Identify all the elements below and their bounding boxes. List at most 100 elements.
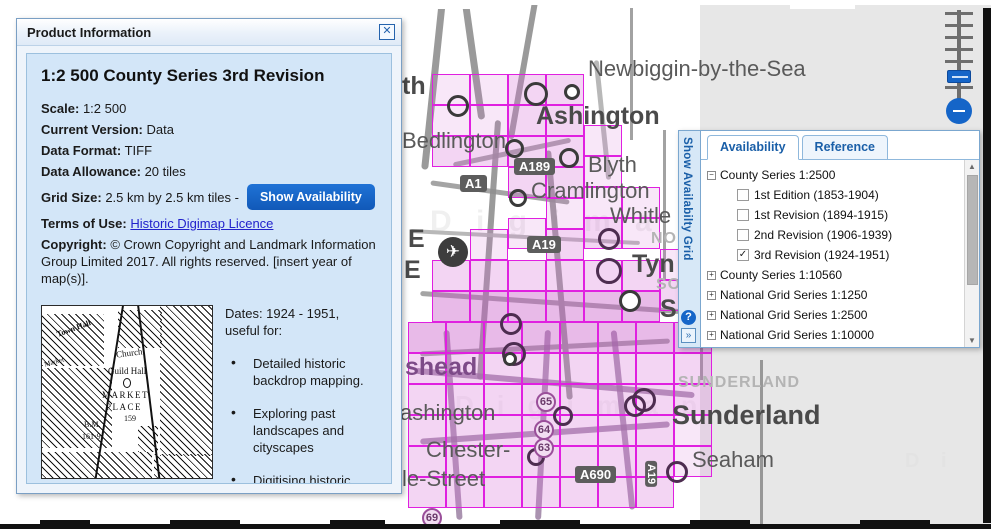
road-shield: A19 bbox=[645, 460, 658, 488]
tree-node-national-grid-1250[interactable]: + National Grid Series 1:1250 bbox=[707, 285, 962, 305]
checkbox[interactable] bbox=[737, 209, 749, 221]
junction-marker: 64 bbox=[534, 420, 554, 440]
grid-tile[interactable] bbox=[508, 260, 546, 291]
junction-marker: 63 bbox=[534, 438, 554, 458]
grid-tile[interactable] bbox=[636, 353, 674, 384]
map-label: Bedlington bbox=[402, 128, 506, 153]
grid-tile[interactable] bbox=[598, 353, 636, 384]
app-root: D i g i m a p D i g i m a p D i ✈ th New… bbox=[0, 0, 991, 529]
expand-icon[interactable]: + bbox=[707, 290, 716, 300]
tree-item-3rd-revision[interactable]: ✓ 3rd Revision (1924-1951) bbox=[707, 245, 962, 265]
grid-tile[interactable] bbox=[522, 353, 560, 384]
tree-item-2nd-revision[interactable]: 2nd Revision (1906-1939) bbox=[707, 225, 962, 245]
tree-item-label: 1st Revision (1894-1915) bbox=[754, 208, 889, 222]
grid-tile[interactable] bbox=[636, 322, 674, 353]
grid-tile[interactable] bbox=[598, 415, 636, 446]
field-value: 20 tiles bbox=[144, 164, 186, 179]
zoom-control[interactable] bbox=[941, 6, 977, 124]
product-media: Town Hall Market Church Guild Hall MARKE… bbox=[41, 305, 377, 483]
zoom-slider-handle[interactable] bbox=[947, 70, 971, 83]
field-label: Current Version: bbox=[41, 122, 143, 137]
map-label: S bbox=[660, 295, 677, 323]
field-value: 1:2 500 bbox=[82, 101, 127, 116]
tree-item-label: 2nd Revision (1906-1939) bbox=[754, 228, 893, 242]
scrollbar-track[interactable] bbox=[966, 171, 978, 336]
grid-tile[interactable] bbox=[546, 291, 584, 322]
grid-tile[interactable] bbox=[470, 260, 508, 291]
tree-node-national-grid-2500[interactable]: + National Grid Series 1:2500 bbox=[707, 305, 962, 325]
checkbox[interactable] bbox=[737, 189, 749, 201]
settlement-marker bbox=[505, 139, 524, 158]
tree-item-1st-edition[interactable]: 1st Edition (1853-1904) bbox=[707, 185, 962, 205]
settlement-marker bbox=[564, 84, 580, 100]
field-current-version: Current Version: Data bbox=[41, 120, 377, 139]
road-shield: A19 bbox=[527, 236, 561, 253]
grid-tile[interactable] bbox=[636, 415, 674, 446]
scroll-up-icon[interactable]: ▲ bbox=[968, 162, 976, 171]
tree-node-county-series-2500[interactable]: − County Series 1:2500 bbox=[707, 165, 962, 185]
grid-tile[interactable] bbox=[546, 260, 584, 291]
product-heading: 1:2 500 County Series 3rd Revision bbox=[41, 66, 325, 85]
expand-icon[interactable]: + bbox=[707, 270, 716, 280]
expand-icon[interactable]: » bbox=[681, 328, 696, 343]
tree-node-national-grid-10000[interactable]: + National Grid Series 1:10000 bbox=[707, 325, 962, 345]
tree-scrollbar[interactable]: ▲ ▼ bbox=[964, 160, 979, 347]
tree-wrapper: − County Series 1:2500 1st Edition (1853… bbox=[701, 159, 979, 347]
grid-tile[interactable] bbox=[470, 229, 508, 260]
tab-reference[interactable]: Reference bbox=[801, 135, 888, 160]
grid-tile[interactable] bbox=[522, 322, 560, 353]
close-icon[interactable]: ✕ bbox=[379, 24, 395, 40]
field-data-format: Data Format: TIFF bbox=[41, 141, 377, 160]
grid-tile[interactable] bbox=[598, 322, 636, 353]
thumbnail-artwork: Town Hall Market Church Guild Hall MARKE… bbox=[42, 306, 212, 478]
grid-tile[interactable] bbox=[584, 291, 622, 322]
expand-icon[interactable]: + bbox=[707, 310, 716, 320]
tree-node-county-series-10560[interactable]: + County Series 1:10560 bbox=[707, 265, 962, 285]
zoom-out-button[interactable] bbox=[946, 98, 972, 124]
map-label: E bbox=[408, 225, 425, 253]
tree-node-label: National Grid Series 1:10000 bbox=[720, 328, 875, 342]
map-label: Sunderland bbox=[672, 400, 821, 430]
grid-tile[interactable] bbox=[408, 322, 446, 353]
collapse-icon[interactable]: − bbox=[707, 170, 716, 180]
scrollbar-thumb[interactable] bbox=[966, 175, 978, 285]
expand-icon[interactable]: + bbox=[707, 330, 716, 340]
grid-tile[interactable] bbox=[522, 477, 560, 508]
terms-link[interactable]: Historic Digimap Licence bbox=[130, 216, 273, 231]
tree-item-1st-revision[interactable]: 1st Revision (1894-1915) bbox=[707, 205, 962, 225]
field-label: Scale: bbox=[41, 101, 80, 116]
airport-icon: ✈ bbox=[438, 237, 468, 267]
grid-tile[interactable] bbox=[470, 74, 508, 105]
road-shield: A690 bbox=[575, 466, 617, 483]
scroll-down-icon[interactable]: ▼ bbox=[968, 336, 976, 345]
panel-body: 1:2 500 County Series 3rd Revision Scale… bbox=[26, 53, 392, 484]
show-availability-grid-tab[interactable]: Show Availabilty Grid ? » bbox=[678, 130, 700, 348]
zoom-tick bbox=[945, 12, 973, 15]
show-availability-button[interactable]: Show Availability bbox=[246, 184, 375, 210]
map-label: th bbox=[402, 72, 426, 100]
field-label: Copyright: bbox=[41, 237, 107, 252]
list-item: Exploring past landscapes and cityscapes bbox=[225, 404, 377, 456]
field-copyright: Copyright: © Crown Copyright and Landmar… bbox=[41, 236, 377, 287]
map-label: Whitle bbox=[610, 203, 672, 228]
field-data-allowance: Data Allowance: 20 tiles bbox=[41, 162, 377, 181]
product-tree[interactable]: − County Series 1:2500 1st Edition (1853… bbox=[701, 160, 964, 347]
checkbox-checked[interactable]: ✓ bbox=[737, 249, 749, 261]
grid-tile[interactable] bbox=[432, 291, 470, 322]
map-label: ashington bbox=[400, 400, 496, 425]
grid-tile[interactable] bbox=[446, 322, 484, 353]
product-uses: Dates: 1924 - 1951, useful for: Detailed… bbox=[225, 305, 377, 483]
field-value: 2.5 km by 2.5 km tiles - bbox=[105, 189, 239, 205]
availability-main: Availability Reference − County Series 1… bbox=[700, 130, 980, 348]
product-information-panel: Product Information ✕ 1:2 500 County Ser… bbox=[16, 18, 402, 494]
help-icon[interactable]: ? bbox=[681, 310, 696, 325]
checkbox[interactable] bbox=[737, 229, 749, 241]
road-shield: A189 bbox=[514, 158, 556, 175]
field-terms-of-use: Terms of Use: Historic Digimap Licence bbox=[41, 214, 377, 233]
grid-tile[interactable] bbox=[484, 477, 522, 508]
thumbnail-label: MARKET bbox=[102, 390, 149, 400]
zoom-tick bbox=[945, 24, 973, 27]
grid-tile[interactable] bbox=[560, 353, 598, 384]
tab-availability[interactable]: Availability bbox=[707, 135, 799, 160]
grid-tile[interactable] bbox=[560, 322, 598, 353]
